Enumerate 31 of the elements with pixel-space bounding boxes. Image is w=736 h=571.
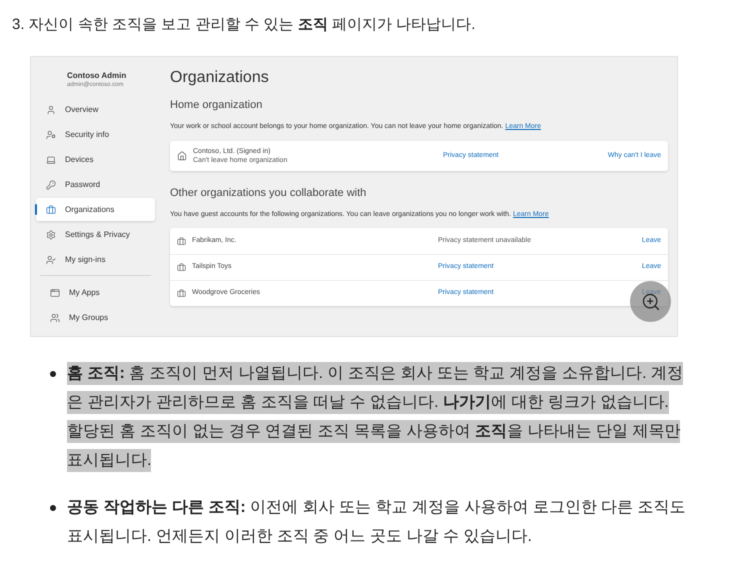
nav-item[interactable]: My Groups [40, 306, 151, 329]
nav-item[interactable]: My sign-ins [36, 248, 155, 271]
nav-item[interactable]: Devices [36, 148, 155, 171]
nav-item[interactable]: Password [36, 173, 155, 196]
nav-item[interactable]: Overview [36, 98, 155, 121]
bullet-text: 공동 작업하는 다른 조직: 이전에 회사 또는 학교 계정을 사용하여 로그인한 다른 조직도 표시됩니다. 언제든지 이러한 조직 중 어느 곳도 나갈 수 있습니다. [67, 498, 686, 547]
nav-item[interactable]: My Apps [40, 281, 151, 304]
nav-item[interactable]: Organizations [36, 198, 155, 221]
app-window-icon [50, 288, 60, 298]
selection-indicator [35, 204, 37, 215]
section-heading: Other organizations you collaborate with [170, 186, 368, 200]
briefcase-icon [177, 263, 186, 272]
section-heading: Home organization [170, 98, 264, 112]
settings-icon [46, 230, 56, 240]
people-icon [50, 312, 60, 322]
briefcase-icon [177, 289, 186, 298]
briefcase-icon [46, 204, 56, 214]
user-name: Contoso Admin [67, 71, 128, 81]
bullet-text: 홈 조직: 홈 조직이 먼저 나열됩니다. 이 조직은 회사 또는 학교 계정을 소유합니다. 계정은 관리자가 관리하므로 홈 조직을 떠날 수 없습니다. 나가기에 대한 링크가 없습니다. 할당된 홈 조직이 없는 경우 연결된 조직 목록을 사용하여 조직을 나타내는 단일 제목만 표시됩니다. [67, 359, 686, 475]
nav-item[interactable]: Settings & Privacy [36, 223, 155, 246]
laptop-icon [46, 154, 56, 164]
home-icon [177, 151, 187, 161]
person-icon [46, 104, 56, 114]
briefcase-icon [177, 236, 186, 246]
step-text: 3. 자신이 속한 조직을 보고 관리할 수 있는 조직 페이지가 나타납니다. [11, 15, 476, 35]
nav-item[interactable]: Security info [36, 123, 155, 146]
key-icon [46, 180, 56, 190]
magnifier-overlay[interactable] [630, 281, 671, 322]
user-check-icon [46, 254, 56, 264]
user-gear-icon [46, 130, 56, 140]
page-title: Organizations [170, 68, 270, 88]
